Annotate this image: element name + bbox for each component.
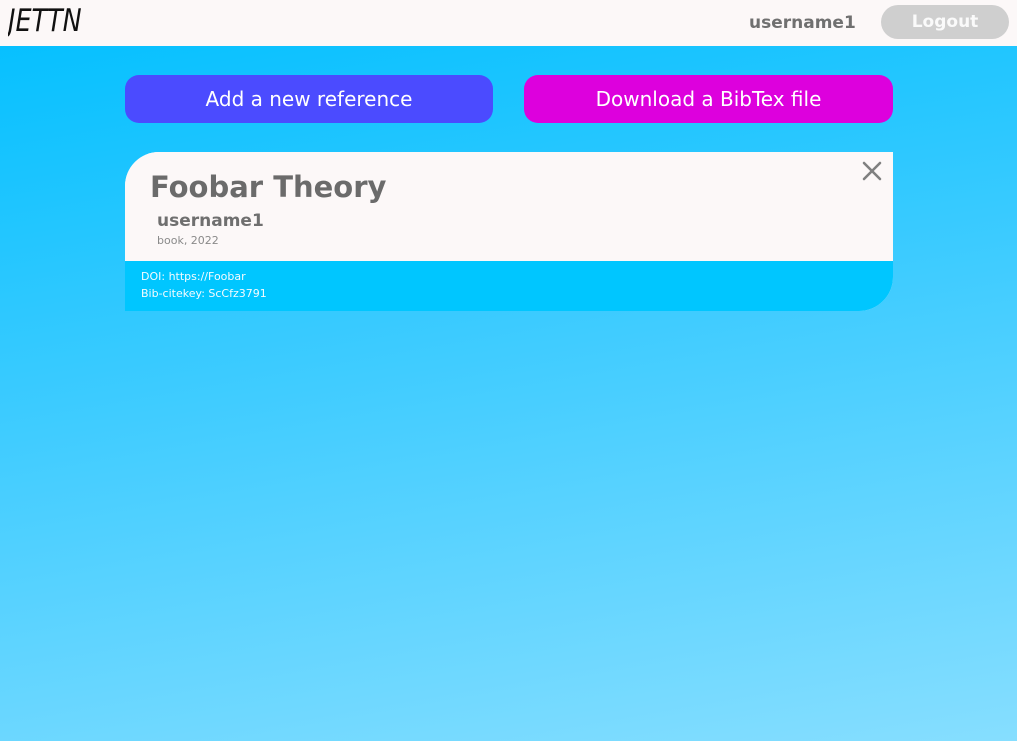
reference-card: Foobar Theory username1 book, 2022 DOI: … <box>125 152 893 311</box>
app-logo[interactable]: JETTN <box>8 6 88 40</box>
logout-button[interactable]: Logout <box>881 5 1009 39</box>
logo-text: JETTN <box>8 6 82 39</box>
reference-card-header: Foobar Theory username1 book, 2022 <box>125 152 893 261</box>
reference-type-year: book, 2022 <box>157 234 219 247</box>
current-username: username1 <box>749 13 856 33</box>
reference-title: Foobar Theory <box>150 170 387 204</box>
reference-card-footer: DOI: https://Foobar Bib-citekey: ScCfz37… <box>125 261 893 311</box>
close-icon[interactable] <box>859 158 885 184</box>
reference-citekey: Bib-citekey: ScCfz3791 <box>141 287 267 300</box>
reference-author: username1 <box>157 211 264 231</box>
reference-doi: DOI: https://Foobar <box>141 270 246 283</box>
download-bibtex-button[interactable]: Download a BibTex file <box>524 75 893 123</box>
top-navbar: JETTN username1 Logout <box>0 0 1017 46</box>
add-reference-button[interactable]: Add a new reference <box>125 75 493 123</box>
